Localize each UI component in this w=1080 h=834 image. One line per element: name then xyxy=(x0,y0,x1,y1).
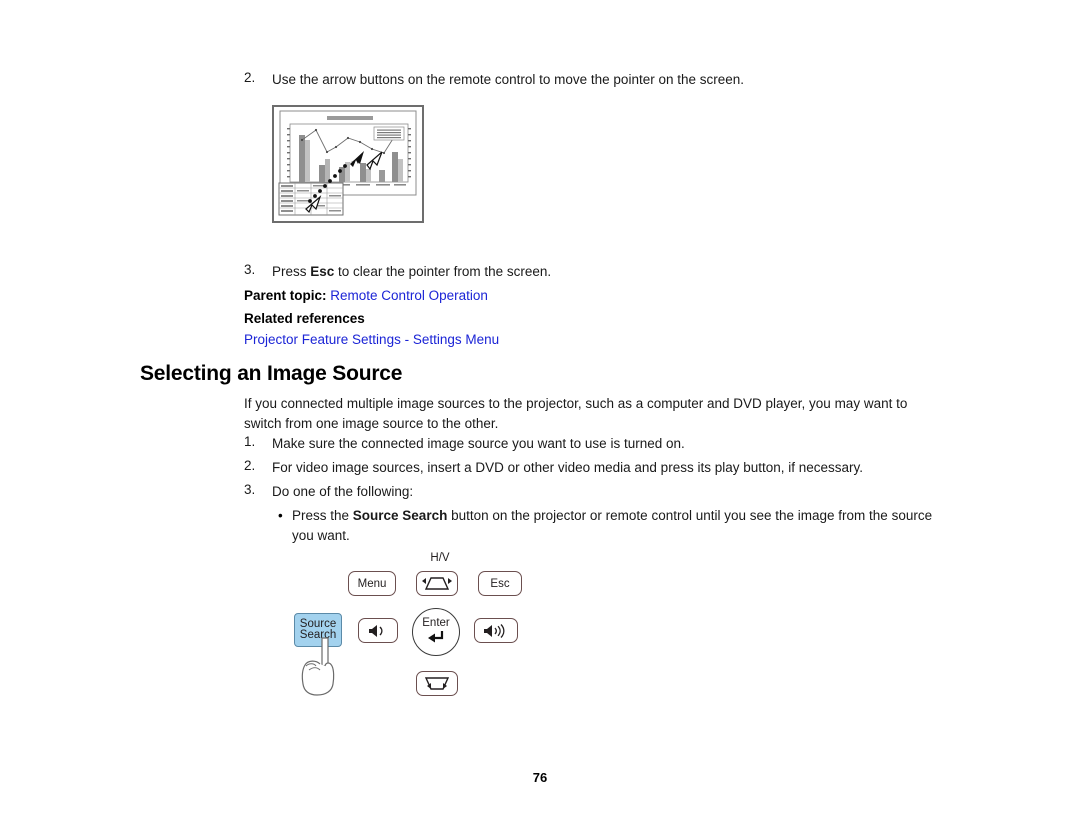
parent-topic-label: Parent topic: xyxy=(244,288,327,303)
list-item: 2. Use the arrow buttons on the remote c… xyxy=(244,70,944,90)
page-title: Selecting an Image Source xyxy=(140,362,403,385)
step-text-before: Press xyxy=(272,264,311,279)
step-text: Use the arrow buttons on the remote cont… xyxy=(272,72,745,87)
projection-screen-figure xyxy=(272,105,424,223)
esc-button[interactable]: Esc xyxy=(478,571,522,596)
hv-label: H/V xyxy=(430,552,450,564)
step-text: For video image sources, insert a DVD or… xyxy=(272,460,864,475)
bullet-text: Press the Source Search button on the pr… xyxy=(292,506,938,545)
volume-up-button[interactable] xyxy=(474,618,518,643)
step-marker: 2. xyxy=(244,70,256,85)
document-page: 2. Use the arrow buttons on the remote c… xyxy=(0,0,1080,834)
step-text: Press Esc to clear the pointer from the … xyxy=(272,262,551,282)
parent-topic: Parent topic: Remote Control Operation xyxy=(244,288,488,303)
related-references-label: Related references xyxy=(244,311,365,326)
control-panel-figure: H/V Menu Esc Source Search Enter xyxy=(280,548,540,713)
step-marker: 3. xyxy=(244,482,256,497)
list-item: 3. Do one of the following: xyxy=(244,482,944,502)
pointing-hand-icon xyxy=(296,636,356,698)
source-search-label: Source Search xyxy=(352,508,448,523)
step-text: Do one of the following: xyxy=(272,484,414,499)
enter-arrow-icon xyxy=(428,631,444,643)
esc-key-label: Esc xyxy=(310,264,335,279)
esc-button-label: Esc xyxy=(490,577,510,590)
menu-button[interactable]: Menu xyxy=(348,571,396,596)
speaker-low-icon xyxy=(369,624,383,637)
step-text: Make sure the connected image source you… xyxy=(272,436,685,451)
enter-button-label: Enter xyxy=(422,616,450,629)
volume-down-button[interactable] xyxy=(358,618,398,643)
keystone-hv-button[interactable] xyxy=(416,571,458,596)
bullet-text-before: Press the xyxy=(292,508,353,523)
step-marker: 3. xyxy=(244,262,256,277)
keystone-down-icon xyxy=(424,677,450,690)
list-item: • Press the Source Search button on the … xyxy=(278,506,938,545)
parent-topic-link[interactable]: Remote Control Operation xyxy=(330,288,488,303)
list-item: 1. Make sure the connected image source … xyxy=(244,434,944,454)
menu-button-label: Menu xyxy=(357,577,387,590)
step-marker: 1. xyxy=(244,434,256,449)
bullet-marker: • xyxy=(278,508,283,523)
keystone-up-icon xyxy=(422,577,452,590)
keystone-down-button[interactable] xyxy=(416,671,458,696)
page-number: 76 xyxy=(532,770,548,785)
step-marker: 2. xyxy=(244,458,256,473)
speaker-high-icon xyxy=(484,623,505,638)
list-item: 2. For video image sources, insert a DVD… xyxy=(244,458,944,478)
section-intro: If you connected multiple image sources … xyxy=(244,396,908,431)
enter-button[interactable]: Enter xyxy=(412,608,460,656)
list-item: 3. Press Esc to clear the pointer from t… xyxy=(244,262,944,282)
step-text-after: to clear the pointer from the screen. xyxy=(334,264,552,279)
projection-screen-icon xyxy=(278,110,417,216)
related-references-link[interactable]: Projector Feature Settings - Settings Me… xyxy=(244,332,499,347)
